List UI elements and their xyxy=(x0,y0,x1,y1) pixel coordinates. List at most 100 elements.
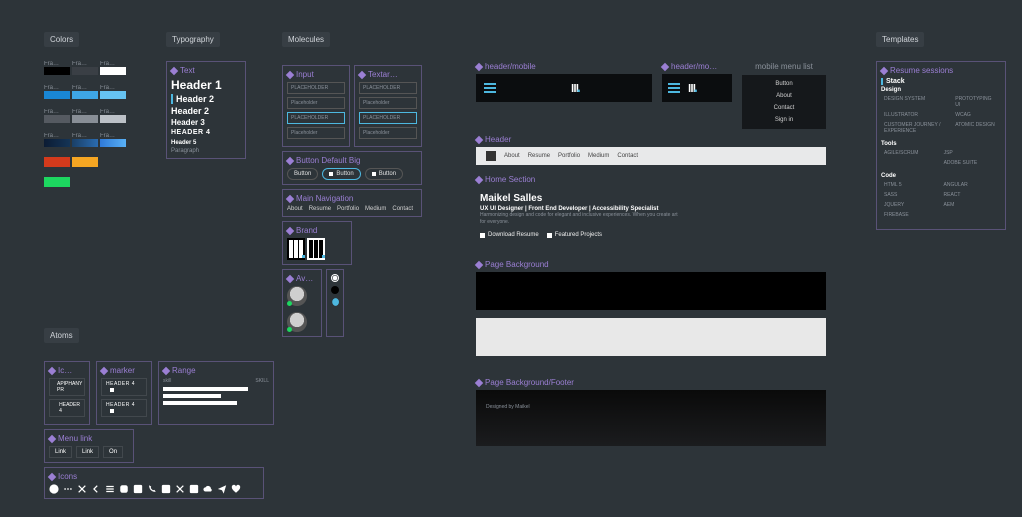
comp-title-page-bg: Page Background xyxy=(485,260,549,269)
resume-group: CodeHTML 5ANGULARSASSREACTJQUERYAEMFIREB… xyxy=(881,173,1001,221)
mobile-menu-item[interactable]: Contact xyxy=(774,105,795,111)
menu-link-item[interactable]: On xyxy=(103,446,123,458)
atoms-icons: Icons xyxy=(44,467,264,499)
home-blurb: Harmonizing design and code for elegant … xyxy=(480,212,680,226)
resume-group: DesignDESIGN SYSTEMPROTOTYPING UIILLUSTR… xyxy=(881,87,1001,137)
resume-item: WCAG xyxy=(954,111,999,119)
nav-item[interactable]: Contact xyxy=(392,206,413,212)
nav-item[interactable]: Resume xyxy=(309,206,331,212)
header-mobile-compact xyxy=(662,74,732,102)
resume-item: ILLUSTRATOR xyxy=(883,111,952,119)
page-background xyxy=(476,272,826,356)
input-placeholder[interactable]: Placeholder xyxy=(287,127,345,139)
section-templates-label: Templates xyxy=(876,32,924,47)
menu-icon xyxy=(105,484,115,494)
mobile-menu-item[interactable]: About xyxy=(776,93,792,99)
input-component[interactable]: Input PLACEHOLDER Placeholder PLACEHOLDE… xyxy=(282,65,350,147)
atoms-ic: Ic… APIPHANY PR HEADER 4 xyxy=(44,361,90,425)
ic-sample: HEADER 4 xyxy=(49,399,85,417)
resume-sessions-frame[interactable]: Resume sessions Stack DesignDESIGN SYSTE… xyxy=(876,61,1006,230)
hamburger-icon[interactable] xyxy=(484,83,496,93)
input-placeholder[interactable]: PLACEHOLDER xyxy=(287,82,345,94)
range-bar[interactable] xyxy=(163,387,248,391)
comp-title-brand: Brand xyxy=(296,226,317,235)
range-bar[interactable] xyxy=(163,401,237,405)
input-placeholder[interactable]: Placeholder xyxy=(287,97,345,109)
resume-item: DESIGN SYSTEM xyxy=(883,95,952,109)
sample-h2b: Header 2 xyxy=(171,106,241,116)
sample-h2: Header 2 xyxy=(171,94,241,104)
button-default[interactable]: Button xyxy=(365,168,403,180)
moon-icon[interactable] xyxy=(331,298,339,306)
button-selected[interactable]: Button xyxy=(322,168,360,180)
sample-h4: HEADER 4 xyxy=(171,129,241,136)
sample-h3: Header 3 xyxy=(171,118,241,127)
section-colors-label: Colors xyxy=(44,32,79,47)
resume-item: JSP xyxy=(943,149,999,157)
range-hi: SKILL xyxy=(255,378,269,384)
atoms-marker: marker HEADER 4 HEADER 4 xyxy=(96,361,152,425)
textarea-placeholder-focus[interactable]: PLACEHOLDER xyxy=(359,112,417,124)
textarea-placeholder[interactable]: Placeholder xyxy=(359,97,417,109)
comp-title-range: Range xyxy=(172,366,196,375)
sun-icon[interactable] xyxy=(331,274,339,282)
status-dot-icon xyxy=(287,301,292,306)
resume-item: AGILE/SCRUM xyxy=(883,149,941,157)
cta-download-resume[interactable]: Download Resume xyxy=(480,232,539,238)
comp-title-avatar: Av… xyxy=(296,274,313,283)
hamburger-icon[interactable] xyxy=(668,83,680,93)
resume-stack-heading: Stack xyxy=(881,78,1001,85)
resume-item: AEM xyxy=(943,201,999,209)
comp-title-home: Home Section xyxy=(485,175,535,184)
medium-icon xyxy=(189,484,199,494)
sample-h5: Header 5 xyxy=(171,140,241,146)
nav-item[interactable]: Medium xyxy=(588,153,609,159)
resume-item xyxy=(883,159,941,167)
cta-featured-projects[interactable]: Featured Projects xyxy=(547,232,602,238)
marker-sample: HEADER 4 xyxy=(101,378,147,396)
nav-item[interactable]: Medium xyxy=(365,206,386,212)
mobile-menu-item[interactable]: Button xyxy=(775,81,792,87)
typography-frame: Text Header 1 Header 2 Header 2 Header 3… xyxy=(166,61,246,159)
textarea-component[interactable]: Textar… PLACEHOLDER Placeholder PLACEHOL… xyxy=(354,65,422,147)
menu-link-item[interactable]: Link xyxy=(49,446,72,458)
theme-toggle-component xyxy=(326,269,344,337)
comp-title-menu-link: Menu link xyxy=(58,434,92,443)
nav-item[interactable]: Contact xyxy=(617,153,638,159)
nav-item[interactable]: Portfolio xyxy=(558,153,580,159)
comp-title-page-footer: Page Background/Footer xyxy=(485,378,574,387)
nav-item[interactable]: About xyxy=(287,206,303,212)
resume-item: ADOBE SUITE xyxy=(943,159,999,167)
status-dot-icon xyxy=(287,327,292,332)
page-background-footer: Designed by Maikel xyxy=(476,390,826,446)
comp-title-resume: Resume sessions xyxy=(890,66,953,75)
section-atoms-label: Atoms xyxy=(44,328,79,343)
comp-title-text: Text xyxy=(180,66,195,75)
section-molecules-label: Molecules xyxy=(282,32,330,47)
marker-sample: HEADER 4 xyxy=(101,399,147,417)
textarea-placeholder[interactable]: Placeholder xyxy=(359,127,417,139)
section-typography-label: Typography xyxy=(166,32,220,47)
close-icon xyxy=(77,484,87,494)
range-bar[interactable] xyxy=(163,394,221,398)
resume-item: HTML 5 xyxy=(883,181,941,189)
logo-dark xyxy=(287,238,305,260)
nav-item[interactable]: Portfolio xyxy=(337,206,359,212)
main-nav-component: Main Navigation About Resume Portfolio M… xyxy=(282,189,422,217)
avatar-component: Av… xyxy=(282,269,322,337)
dark-toggle-icon[interactable] xyxy=(331,286,339,294)
textarea-placeholder[interactable]: PLACEHOLDER xyxy=(359,82,417,94)
mobile-menu-label: mobile menu list xyxy=(742,62,826,71)
comp-title-main-nav: Main Navigation xyxy=(296,194,353,203)
mobile-menu-item[interactable]: Sign in xyxy=(775,117,793,123)
nav-item[interactable]: About xyxy=(504,153,520,159)
cloud-icon xyxy=(203,484,213,494)
menu-link-item[interactable]: Link xyxy=(76,446,99,458)
resume-group: ToolsAGILE/SCRUMJSPADOBE SUITE xyxy=(881,141,1001,169)
input-placeholder-focus[interactable]: PLACEHOLDER xyxy=(287,112,345,124)
button-default[interactable]: Button xyxy=(287,168,318,180)
logo xyxy=(687,82,697,93)
logo xyxy=(570,82,580,93)
nav-item[interactable]: Resume xyxy=(528,153,550,159)
phone-icon xyxy=(147,484,157,494)
